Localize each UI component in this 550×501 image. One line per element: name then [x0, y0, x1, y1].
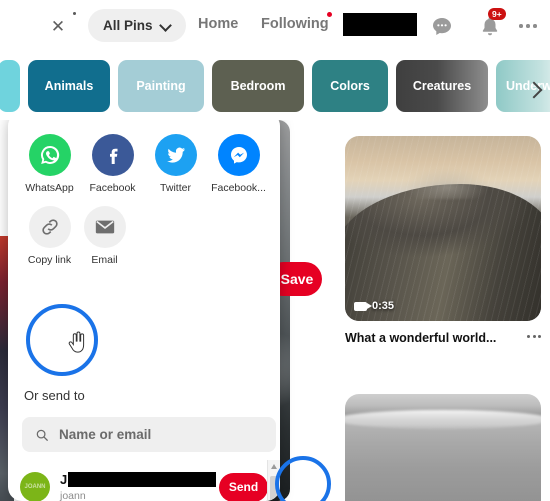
pin-image[interactable]: 0:35 [345, 136, 541, 321]
close-icon[interactable]: ✕ [47, 16, 69, 38]
hand-cursor-icon [68, 331, 85, 353]
messages-icon[interactable] [430, 14, 454, 38]
share-option-label: WhatsApp [25, 182, 74, 194]
pin-title: What a wonderful world... [345, 331, 497, 345]
wave-spray [403, 169, 491, 199]
share-actions-row: Copy link Email [22, 206, 266, 266]
category-label: Creatures [412, 79, 472, 93]
nav-indicator-dot [73, 12, 76, 15]
category-label: Painting [136, 79, 186, 93]
category-strip: Animals Painting Bedroom Colors Creature… [0, 52, 550, 120]
category-tile-animals[interactable]: Animals [28, 60, 110, 112]
nav-link-following[interactable]: Following [261, 16, 329, 32]
top-navigation: ✕ All Pins Home Following 9+ [0, 0, 550, 52]
app-root: Save 0:35 What a wonderful world... What… [0, 0, 550, 501]
foam-graphic [345, 410, 541, 429]
notification-badge: 9+ [488, 8, 506, 20]
wave-texture [345, 136, 541, 321]
redacted-name [68, 472, 217, 487]
contact-info: J joann [60, 472, 219, 501]
category-tile-partial[interactable] [0, 60, 20, 112]
chevron-down-icon [160, 20, 171, 31]
contact-search-placeholder: Name or email [59, 427, 152, 442]
share-social-row: WhatsApp Facebook Twitter Facebook... [22, 134, 266, 194]
share-option-label: Twitter [160, 182, 191, 194]
contact-list[interactable]: JOANN J joann Send F [8, 460, 280, 501]
whatsapp-icon [28, 134, 71, 176]
share-panel: Share this Pin WhatsApp Facebook Twitter [8, 112, 280, 501]
share-option-label: Facebook... [211, 182, 266, 194]
pin-card[interactable]: 0:35 What a wonderful world... [345, 136, 541, 346]
more-options-icon[interactable] [519, 20, 539, 32]
contact-username: joann [60, 490, 86, 501]
pin-more-options-icon[interactable] [527, 330, 541, 338]
scroll-up-arrow-icon[interactable] [271, 464, 277, 469]
category-label: Colors [330, 79, 370, 93]
facebook-messenger-icon [217, 134, 260, 176]
share-option-twitter[interactable]: Twitter [148, 134, 203, 194]
contact-name-initial: J [60, 472, 68, 487]
all-pins-label: All Pins [103, 18, 153, 33]
share-option-label: Facebook [89, 182, 136, 194]
email-share-button[interactable]: Email [77, 206, 132, 266]
send-button[interactable]: Send [219, 472, 268, 501]
avatar: JOANN [20, 472, 50, 501]
pin-title-row: What a wonderful world... [345, 330, 541, 346]
copy-link-label: Copy link [27, 254, 72, 266]
copy-link-button[interactable]: Copy link [22, 206, 77, 266]
share-option-whatsapp[interactable]: WhatsApp [22, 134, 77, 194]
or-send-to-label: Or send to [24, 388, 85, 403]
category-tiles: Animals Painting Bedroom Colors Creature… [0, 60, 550, 112]
nav-link-home[interactable]: Home [198, 16, 238, 32]
share-upload-icon [296, 476, 310, 494]
twitter-icon [154, 134, 197, 176]
following-notification-dot [327, 12, 332, 17]
category-tile-colors[interactable]: Colors [312, 60, 388, 112]
category-label: Animals [44, 79, 94, 93]
share-option-messenger[interactable]: Facebook... [211, 134, 266, 194]
contact-name-row: J [60, 472, 219, 487]
pin-image[interactable] [345, 394, 541, 501]
category-label: Bedroom [230, 79, 286, 93]
category-tile-painting[interactable]: Painting [118, 60, 204, 112]
share-option-facebook[interactable]: Facebook [85, 134, 140, 194]
category-tile-creatures[interactable]: Creatures [396, 60, 488, 112]
contact-search-input[interactable]: Name or email [22, 417, 276, 452]
video-camera-icon [354, 301, 372, 311]
link-icon [28, 206, 71, 248]
video-duration-badge: 0:35 [354, 300, 394, 312]
pin-card[interactable] [345, 394, 541, 501]
redacted-profile-name [343, 13, 417, 36]
email-share-label: Email [91, 254, 118, 266]
avatar-text: JOANN [24, 484, 46, 490]
envelope-icon [83, 206, 126, 248]
all-pins-dropdown[interactable]: All Pins [88, 9, 186, 42]
facebook-icon [91, 134, 134, 176]
list-item[interactable]: JOANN J joann Send [8, 460, 280, 501]
search-icon [36, 429, 48, 441]
share-upload-button[interactable] [288, 470, 318, 500]
video-duration-text: 0:35 [372, 300, 395, 312]
category-next-arrow-icon[interactable] [524, 80, 544, 100]
category-tile-bedroom[interactable]: Bedroom [212, 60, 304, 112]
